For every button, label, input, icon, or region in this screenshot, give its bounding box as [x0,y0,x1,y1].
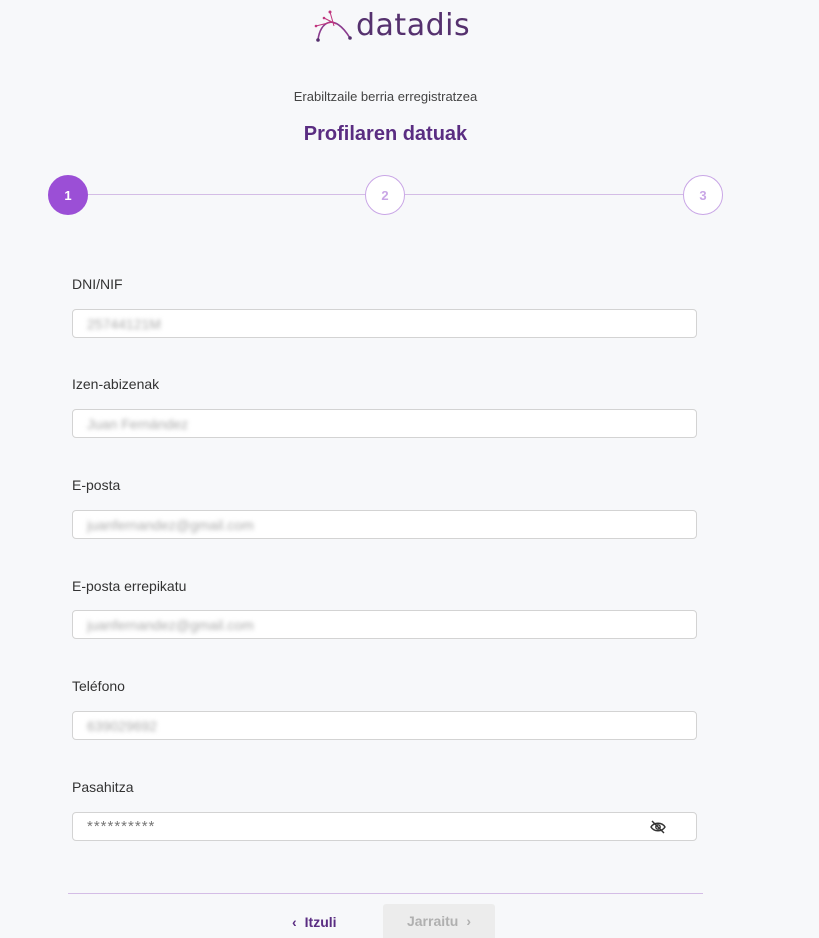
chevron-right-icon: › [466,913,472,929]
name-field[interactable] [72,409,697,438]
page-title: Profilaren datuak [303,123,468,145]
toggle-visibility-icon[interactable] [650,820,666,834]
step-2: 2 [365,175,405,215]
dni-label: DNI/NIF [72,276,123,292]
email-field[interactable] [72,510,697,539]
password-input[interactable] [73,813,696,840]
step-1: 1 [48,175,88,215]
phone-field[interactable] [72,711,697,740]
email-repeat-field[interactable] [72,610,697,639]
chevron-left-icon: ‹ [292,914,297,930]
step-connector [405,194,683,195]
password-label: Pasahitza [72,779,134,795]
step-3: 3 [683,175,723,215]
brand-name: datadis [356,8,471,43]
phone-input[interactable] [73,712,696,739]
email-repeat-label: E-posta errepikatu [72,578,187,594]
next-button-label: Jarraitu [406,913,459,929]
dni-input[interactable] [73,310,696,337]
phone-label: Teléfono [72,678,125,694]
page-subtitle: Erabiltzaile berria erregistratzea [293,89,478,104]
next-button[interactable]: Jarraitu › [383,904,495,938]
name-input[interactable] [73,410,696,437]
name-label: Izen-abizenak [72,376,160,392]
password-field[interactable] [72,812,697,841]
constellation-logo-icon [314,10,352,42]
email-repeat-input[interactable] [73,611,696,638]
back-button-label: Itzuli [304,914,337,930]
dni-field[interactable] [72,309,697,338]
footer-divider [68,893,703,894]
email-label: E-posta [72,477,121,493]
progress-stepper: 1 2 3 [48,175,723,215]
back-button[interactable]: ‹ Itzuli [282,906,347,938]
step-connector [87,194,365,195]
datadis-logo: datadis [312,8,470,44]
email-input[interactable] [73,511,696,538]
